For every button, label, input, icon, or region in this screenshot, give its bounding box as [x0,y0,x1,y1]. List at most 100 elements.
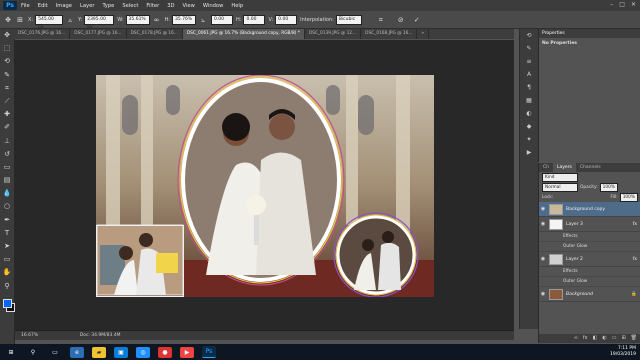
outer-glow-row[interactable]: Outer Glow [539,277,640,287]
tab-channels[interactable]: Channels [576,163,605,172]
menu-file[interactable]: File [21,3,30,9]
crop-tool-icon[interactable]: ⌗ [0,82,14,95]
maximize-button[interactable]: □ [619,1,625,8]
delta-icon[interactable]: ▵ [66,16,74,24]
quick-select-tool-icon[interactable]: ✎ [0,69,14,82]
task-view-icon[interactable]: ▭ [48,347,62,358]
link-layers-icon[interactable]: ∞ [574,334,578,343]
zoom-level[interactable]: 16.67% [21,333,38,338]
layer-filter-select[interactable]: Kind [542,172,578,182]
menu-filter[interactable]: Filter [146,3,159,9]
tab-dsc-0176[interactable]: DSC_0176.JPG @ 16... [14,29,71,39]
search-icon[interactable]: ⚲ [26,347,40,358]
adjustments-panel-icon[interactable]: ◐ [520,107,538,120]
photoshop-taskbar-icon[interactable]: Ps [202,346,216,358]
effects-row[interactable]: Effects [539,267,640,277]
paragraph-panel-icon[interactable]: ¶ [520,81,538,94]
menu-select[interactable]: Select [122,3,138,9]
minimize-button[interactable]: – [610,1,613,8]
new-layer-icon[interactable]: ⊞ [621,334,625,343]
chrome-icon[interactable]: ◎ [136,346,150,358]
swatches-panel-icon[interactable]: ▦ [520,94,538,107]
fx-icon[interactable]: fx [633,222,637,227]
hskew-field[interactable]: 0.00 [243,14,266,25]
tabs-overflow-button[interactable]: » [417,29,430,39]
marquee-tool-icon[interactable]: ⬚ [0,42,14,55]
h-field[interactable]: 35.76% [172,14,196,25]
interpolation-select[interactable]: Bicubic [335,14,362,25]
transform-bounding-box[interactable] [96,225,184,297]
fill-field[interactable]: 100% [619,192,638,202]
paths-panel-icon[interactable]: ✦ [520,133,538,146]
opacity-field[interactable]: 100% [599,182,618,192]
edge-browser-icon[interactable]: e [70,346,84,358]
blur-tool-icon[interactable]: 💧 [0,187,14,200]
clock[interactable]: 7:11 PM 19/03/2019 [610,346,636,358]
new-group-icon[interactable]: ▭ [612,334,617,343]
styles-panel-icon[interactable]: ◆ [520,120,538,133]
warp-icon[interactable]: ⌗ [377,16,385,24]
tab-layers[interactable]: Layers [553,163,576,172]
clone-stamp-tool-icon[interactable]: ⊥ [0,135,14,148]
angle-field[interactable]: 0.00 [211,14,233,25]
close-button[interactable]: ✕ [631,1,636,8]
eraser-tool-icon[interactable]: ▭ [0,161,14,174]
store-icon[interactable]: ▣ [114,346,128,358]
layer-row-background[interactable]: ◉ Background 🔒 [539,287,640,302]
cancel-transform-icon[interactable]: ⊘ [397,16,405,24]
tab-ch[interactable]: Ch [539,163,553,172]
brush-tool-icon[interactable]: ✐ [0,121,14,134]
visibility-eye-icon[interactable]: ◉ [539,206,547,212]
foreground-color-swatch[interactable] [3,299,12,308]
visibility-eye-icon[interactable]: ◉ [539,291,547,297]
firefox-icon[interactable]: ● [158,346,172,358]
tab-dsc-0177[interactable]: DSC_0177.JPG @ 16... [70,29,127,39]
dodge-tool-icon[interactable]: ○ [0,200,14,213]
character-panel-icon[interactable]: A [520,68,538,81]
commit-transform-icon[interactable]: ✓ [413,16,421,24]
layer-row-layer-2[interactable]: ◉ Layer 2 fx [539,252,640,267]
eyedropper-tool-icon[interactable]: ⟋ [0,95,14,108]
fx-icon[interactable]: fx [633,257,637,262]
vskew-field[interactable]: 0.00 [275,14,298,25]
doc-size[interactable]: Doc: 34.9M/83.4M [80,333,121,338]
properties-panel-icon[interactable]: ≡ [520,55,538,68]
new-adjustment-icon[interactable]: ◐ [602,334,606,343]
menu-3d[interactable]: 3D [167,3,174,9]
tab-dsc-0168[interactable]: DSC_0168.JPG @ 16... [361,29,418,39]
delete-layer-icon[interactable]: 🗑 [631,334,637,343]
pen-tool-icon[interactable]: ✒ [0,214,14,227]
menu-edit[interactable]: Edit [38,3,48,9]
shape-tool-icon[interactable]: ▭ [0,253,14,266]
layer-row-background-copy[interactable]: ◉ Background copy [539,202,640,217]
type-tool-icon[interactable]: T [0,227,14,240]
move-tool-icon[interactable]: ✥ [0,29,14,42]
gradient-tool-icon[interactable]: ▤ [0,174,14,187]
menu-help[interactable]: Help [231,3,243,9]
x-field[interactable]: 545.00 px [35,14,64,30]
menu-image[interactable]: Image [56,3,72,9]
menu-window[interactable]: Window [203,3,223,9]
add-mask-icon[interactable]: ◧ [593,334,598,343]
blend-mode-select[interactable]: Normal [542,182,578,192]
properties-tab[interactable]: Properties [539,29,640,38]
lasso-tool-icon[interactable]: ⟲ [0,55,14,68]
media-icon[interactable]: ▶ [180,346,194,358]
menu-type[interactable]: Type [102,3,114,9]
history-panel-icon[interactable]: ⟲ [520,29,538,42]
effects-row[interactable]: Effects [539,232,640,242]
tab-dsc-0178[interactable]: DSC_0178.JPG @ 16... [127,29,183,39]
visibility-eye-icon[interactable]: ◉ [539,221,547,227]
path-select-tool-icon[interactable]: ➤ [0,240,14,253]
w-field[interactable]: 35.61% [125,14,150,25]
file-explorer-icon[interactable]: ▰ [92,346,106,358]
zoom-tool-icon[interactable]: ⚲ [0,280,14,293]
history-brush-tool-icon[interactable]: ↺ [0,148,14,161]
actions-panel-icon[interactable]: ▶ [520,146,538,159]
layer-row-layer-3[interactable]: ◉ Layer 3 fx [539,217,640,232]
add-style-icon[interactable]: fx [583,334,588,343]
tab-dsc-0139[interactable]: DSC_0139.JPG @ 12... [305,29,362,39]
outer-glow-row[interactable]: Outer Glow [539,242,640,252]
menu-view[interactable]: View [183,3,195,9]
tab-dsc-0061-active[interactable]: DSC_0061.JPG @ 16.7% (Background copy, R… [182,29,305,39]
